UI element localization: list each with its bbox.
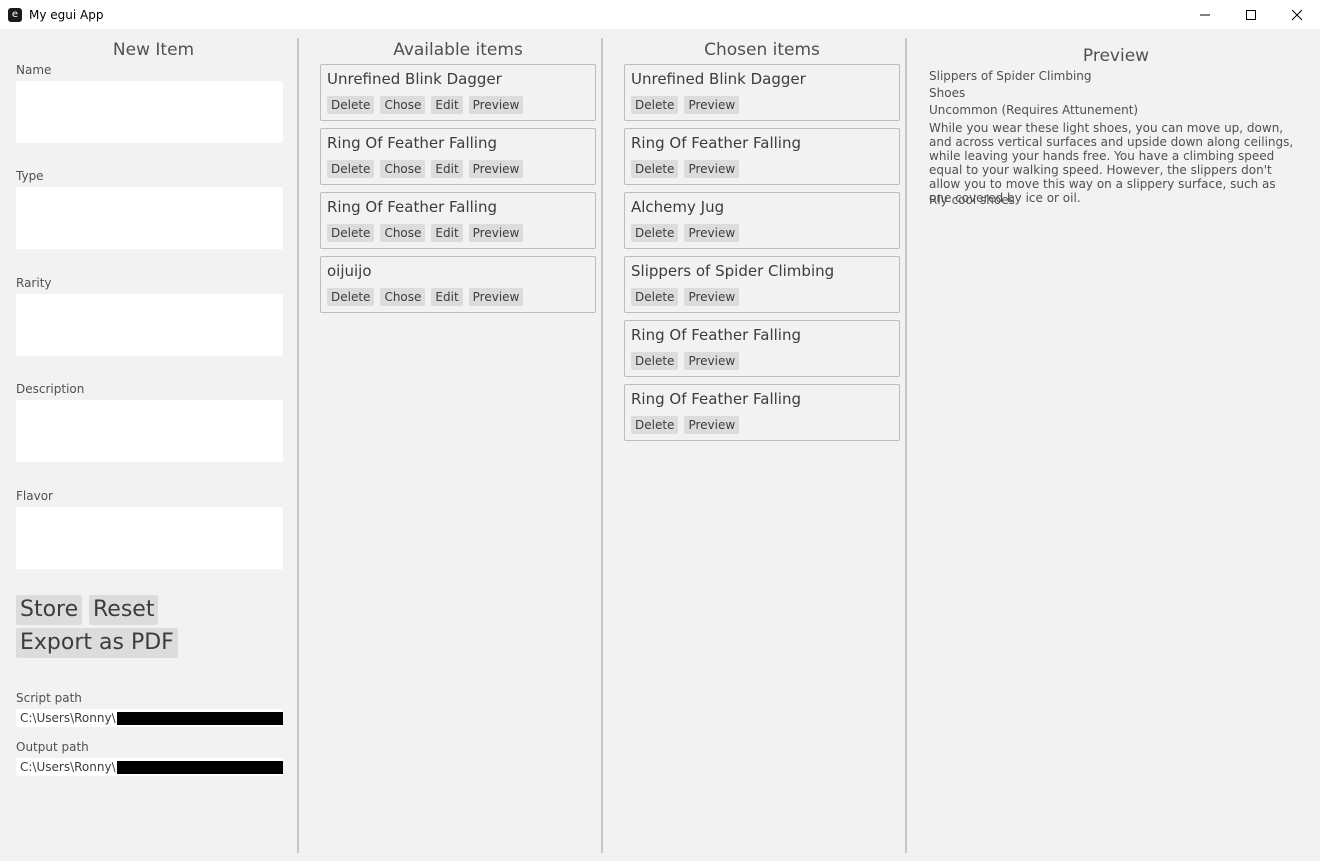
edit-button[interactable]: Edit <box>431 160 463 178</box>
preview-button[interactable]: Preview <box>468 96 524 114</box>
available-item-card: Ring Of Feather Falling Delete Chose Edi… <box>320 192 596 249</box>
item-name: Unrefined Blink Dagger <box>631 70 806 88</box>
chosen-item-card: Unrefined Blink Dagger Delete Preview <box>624 64 900 121</box>
type-label: Type <box>16 169 44 183</box>
item-name: Alchemy Jug <box>631 198 725 216</box>
separator <box>905 38 907 853</box>
item-name: Ring Of Feather Falling <box>327 134 497 152</box>
name-label: Name <box>16 63 52 77</box>
item-name: Ring Of Feather Falling <box>631 134 801 152</box>
flavor-field[interactable] <box>16 507 283 569</box>
chose-button[interactable]: Chose <box>380 96 426 114</box>
chosen-item-card: Ring Of Feather Falling Delete Preview <box>624 384 900 441</box>
preview-button[interactable]: Preview <box>468 160 524 178</box>
app-icon: e <box>8 7 22 22</box>
delete-button[interactable]: Delete <box>327 288 375 306</box>
description-label: Description <box>16 382 85 396</box>
flavor-label: Flavor <box>16 489 53 503</box>
delete-button[interactable]: Delete <box>631 224 679 242</box>
item-name: Ring Of Feather Falling <box>631 390 801 408</box>
preview-button[interactable]: Preview <box>684 160 740 178</box>
preview-button[interactable]: Preview <box>684 416 740 434</box>
preview-item-rarity: Uncommon (Requires Attunement) <box>929 103 1139 117</box>
delete-button[interactable]: Delete <box>631 416 679 434</box>
preview-button[interactable]: Preview <box>684 352 740 370</box>
window-controls <box>1182 0 1320 29</box>
preview-button[interactable]: Preview <box>684 96 740 114</box>
description-field[interactable] <box>16 400 283 462</box>
title-bar: e My egui App <box>0 0 1320 29</box>
chosen-item-card: Ring Of Feather Falling Delete Preview <box>624 320 900 377</box>
available-item-card: oijuijo Delete Chose Edit Preview <box>320 256 596 313</box>
preview-button[interactable]: Preview <box>684 224 740 242</box>
output-path-label: Output path <box>16 740 89 754</box>
redaction-bar <box>116 761 283 774</box>
export-pdf-button[interactable]: Export as PDF <box>16 628 178 658</box>
chosen-item-card: Alchemy Jug Delete Preview <box>624 192 900 249</box>
chosen-item-card: Slippers of Spider Climbing Delete Previ… <box>624 256 900 313</box>
script-path-label: Script path <box>16 691 82 705</box>
available-items-heading: Available items <box>393 40 523 60</box>
edit-button[interactable]: Edit <box>431 96 463 114</box>
rarity-label: Rarity <box>16 276 52 290</box>
chose-button[interactable]: Chose <box>380 224 426 242</box>
separator <box>601 38 603 853</box>
maximize-icon[interactable] <box>1228 0 1274 29</box>
delete-button[interactable]: Delete <box>631 352 679 370</box>
preview-button[interactable]: Preview <box>468 288 524 306</box>
item-name: Ring Of Feather Falling <box>631 326 801 344</box>
separator <box>297 38 299 853</box>
delete-button[interactable]: Delete <box>631 160 679 178</box>
edit-button[interactable]: Edit <box>431 224 463 242</box>
preview-item-name: Slippers of Spider Climbing <box>929 69 1092 83</box>
script-path-field[interactable]: C:\Users\Ronny\ <box>16 709 283 727</box>
delete-button[interactable]: Delete <box>327 96 375 114</box>
close-icon[interactable] <box>1274 0 1320 29</box>
item-name: Unrefined Blink Dagger <box>327 70 502 88</box>
name-field[interactable] <box>16 81 283 143</box>
preview-item-flavor: Rly cool shoes <box>929 193 1015 207</box>
type-field[interactable] <box>16 187 283 249</box>
edit-button[interactable]: Edit <box>431 288 463 306</box>
rarity-field[interactable] <box>16 294 283 356</box>
delete-button[interactable]: Delete <box>631 288 679 306</box>
preview-item-type: Shoes <box>929 86 966 100</box>
window-title: My egui App <box>29 7 104 22</box>
delete-button[interactable]: Delete <box>327 160 375 178</box>
chosen-item-card: Ring Of Feather Falling Delete Preview <box>624 128 900 185</box>
minimize-icon[interactable] <box>1182 0 1228 29</box>
preview-button[interactable]: Preview <box>468 224 524 242</box>
chose-button[interactable]: Chose <box>380 288 426 306</box>
available-item-card: Ring Of Feather Falling Delete Chose Edi… <box>320 128 596 185</box>
output-path-field[interactable]: C:\Users\Ronny\ <box>16 758 283 776</box>
delete-button[interactable]: Delete <box>631 96 679 114</box>
preview-button[interactable]: Preview <box>684 288 740 306</box>
script-path-value: C:\Users\Ronny\ <box>20 711 116 725</box>
reset-button[interactable]: Reset <box>89 595 159 625</box>
item-name: Ring Of Feather Falling <box>327 198 497 216</box>
output-path-value: C:\Users\Ronny\ <box>20 760 116 774</box>
chose-button[interactable]: Chose <box>380 160 426 178</box>
item-name: oijuijo <box>327 262 372 280</box>
delete-button[interactable]: Delete <box>327 224 375 242</box>
new-item-heading: New Item <box>112 40 195 60</box>
store-button[interactable]: Store <box>16 595 83 625</box>
available-item-card: Unrefined Blink Dagger Delete Chose Edit… <box>320 64 596 121</box>
preview-heading: Preview <box>1082 46 1150 66</box>
chosen-items-heading: Chosen items <box>704 40 820 60</box>
item-name: Slippers of Spider Climbing <box>631 262 835 280</box>
redaction-bar <box>116 712 283 725</box>
